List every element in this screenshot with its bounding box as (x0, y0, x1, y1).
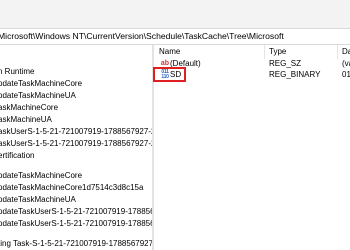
tree-item[interactable]: ting Task-S-1-5-21-721007919-1788567927- (0, 238, 152, 250)
toolbar-area (0, 0, 350, 28)
address-path: Microsoft\Windows NT\CurrentVersion\Sche… (0, 31, 284, 41)
registry-editor-window: Microsoft\Windows NT\CurrentVersion\Sche… (0, 0, 350, 250)
address-bar[interactable]: Microsoft\Windows NT\CurrentVersion\Sche… (0, 28, 350, 45)
tree-item[interactable]: pdateTaskMachineCore (0, 170, 82, 182)
tree-item[interactable]: askUserS-1-5-21-721007919-1788567927-259 (0, 126, 152, 138)
tree-item[interactable]: askMachineUA (0, 114, 52, 126)
tree-item[interactable]: askMachineCore (0, 102, 58, 114)
tree-item[interactable]: pdateTaskUserS-1-5-21-721007919-1788567! (0, 206, 152, 218)
value-type: REG_BINARY (269, 70, 321, 79)
value-data: 01 (342, 70, 350, 79)
tree-item[interactable]: askUserS-1-5-21-721007919-1788567927-259 (0, 138, 152, 150)
tree-item[interactable]: pdateTaskUserS-1-5-21-721007919-1788567! (0, 218, 152, 230)
highlight-box (153, 67, 186, 82)
tree-item[interactable]: pdateTaskMachineUA (0, 90, 76, 102)
tree-item[interactable]: pdateTaskMachineCore (0, 78, 82, 90)
tree-item[interactable]: ertification (0, 150, 34, 162)
key-tree-pane[interactable]: n Runtime pdateTaskMachineCore pdateTask… (0, 45, 152, 250)
tree-item[interactable]: pdateTaskMachineCore1d7514c3d8c15a (0, 182, 143, 194)
tree-item[interactable]: pdateTaskMachineUA (0, 194, 76, 206)
tree-item[interactable]: n Runtime (0, 66, 34, 78)
